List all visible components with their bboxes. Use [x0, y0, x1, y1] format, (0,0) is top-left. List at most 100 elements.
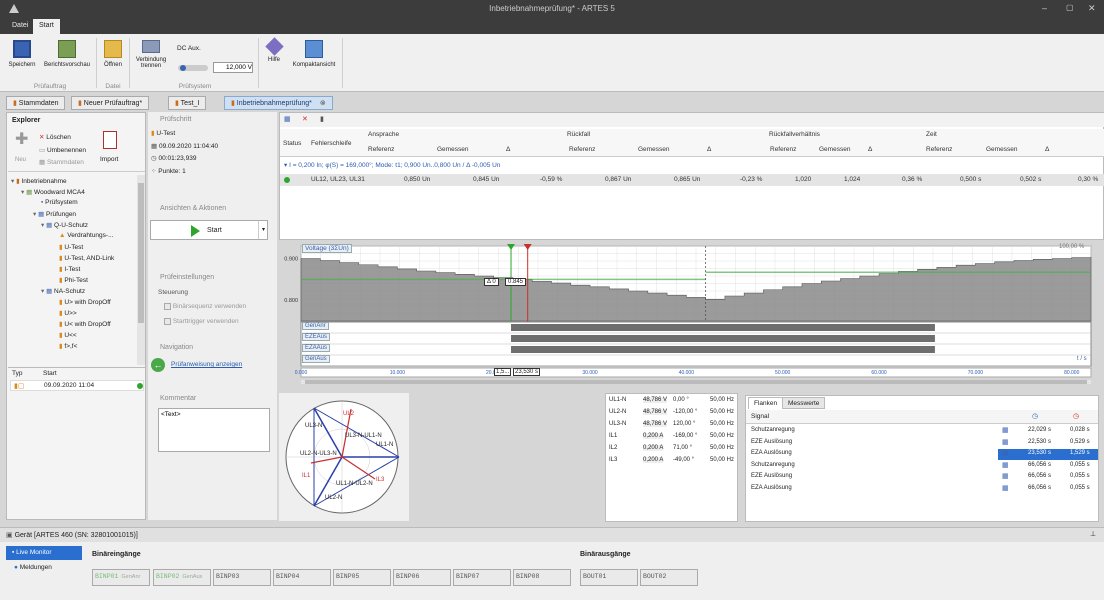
binp-extra: GenAnr — [121, 574, 141, 580]
live-monitor-button[interactable]: ▪ Live Monitor — [6, 546, 82, 560]
tree-item[interactable]: ▮ U-Test, AND-Link — [59, 254, 114, 262]
open-button[interactable]: Öffnen — [100, 40, 126, 68]
dc-aux-slider-thumb[interactable] — [180, 65, 186, 71]
measurement-cell: 50,00 Hz — [710, 457, 735, 463]
group-row[interactable]: ▾ I = 0,200 In; φ(S) = 169,000°; Mode: t… — [280, 159, 1104, 171]
tree-item[interactable]: ▮ I-Test — [59, 265, 80, 273]
instruction-link[interactable]: Prüfanweisung anzeigen — [171, 361, 242, 368]
help-label: Hilfe — [267, 57, 280, 63]
dc-aux-slider[interactable] — [178, 65, 208, 71]
doc-tab-stammdaten[interactable]: ▮ Stammdaten — [6, 96, 66, 110]
tab-messwerte[interactable]: Messwerte — [782, 397, 826, 409]
ribbon-tab-start[interactable]: Start — [33, 19, 60, 34]
cell-value: 0,30 % — [1078, 176, 1099, 183]
start-label: Start — [207, 227, 222, 234]
table-filter-icon[interactable]: ✕ — [302, 115, 308, 123]
chart-ylabel: Voltage (3ΣUn) — [302, 244, 352, 253]
report-preview-button[interactable]: Berichtsvorschau — [42, 40, 92, 68]
nav-arrow-icon[interactable]: ← — [151, 358, 165, 372]
flank-row[interactable]: EZA Auslösung ▦ 66,056 s 0,055 s — [746, 484, 1098, 495]
comment-section-title: Kommentar — [160, 395, 197, 402]
save-button[interactable]: Speichern — [6, 40, 38, 68]
tree-item[interactable]: ▾ ▦ NA-Schutz — [41, 287, 85, 295]
flanks-panel: Flanken Messwerte Signal ◷ ◷ Schutzanreg… — [745, 395, 1099, 522]
help-button[interactable]: Hilfe — [262, 37, 286, 63]
start-button[interactable]: Start ▾ — [150, 220, 268, 240]
doc-tab-neuer-pruefauftrag[interactable]: ▮ Neuer Prüfauftrag* — [71, 96, 150, 110]
start-trigger-label: Starttrigger verwenden — [172, 318, 239, 326]
tree-item[interactable]: ▮ U-Test — [59, 243, 83, 251]
flank-row[interactable]: EZE Auslösung ▦ 66,056 s 0,055 s — [746, 472, 1098, 483]
measurement-cell: 120,00 ° — [673, 421, 696, 427]
tree-item[interactable]: ▾ ▮ Inbetriebnahme — [11, 177, 67, 185]
tree-item[interactable]: ▮ U<< — [59, 331, 77, 339]
messages-button[interactable]: ● Meldungen — [14, 564, 52, 571]
master-data-button[interactable]: ▦ Stammdaten — [39, 158, 84, 166]
step-points: ⁘ Punkte: 1 — [151, 167, 186, 175]
flank-row[interactable]: Schutzanregung ▦ 22,029 s 0,028 s — [746, 426, 1098, 437]
tree-item[interactable]: ▮ U>> — [59, 309, 77, 317]
compact-view-button[interactable]: Kompaktansicht — [290, 40, 338, 68]
delete-button[interactable]: ✕ Löschen — [39, 133, 71, 141]
flank-type-icon: ▦ — [1002, 461, 1009, 469]
flank-row[interactable]: Schutzanregung ▦ 66,056 s 0,055 s — [746, 461, 1098, 472]
doc-tab-inbetriebnahmepruefung[interactable]: ▮ Inbetriebnahmeprüfung* ⊗ — [224, 96, 333, 110]
close-icon[interactable]: ✕ — [1088, 3, 1096, 14]
tree-item[interactable]: ▲ Verdrahtungs-... — [59, 232, 114, 239]
tree-item-icon: ▮ — [59, 321, 63, 328]
dc-aux-value[interactable] — [213, 62, 253, 73]
import-icon[interactable] — [103, 131, 117, 149]
comment-input[interactable]: <Text> — [158, 408, 270, 452]
pin-icon[interactable]: ⊥ — [1090, 530, 1096, 538]
tab-close-icon[interactable]: ⊗ — [320, 100, 326, 107]
ribbon-tab-datei[interactable]: Datei — [6, 19, 34, 34]
binp-05: BINP05 — [333, 569, 391, 586]
tree-item[interactable]: ▾ ▦ Prüfungen — [33, 210, 76, 218]
new-icon[interactable]: ✚ — [15, 132, 29, 148]
doc-tab-test-i[interactable]: ▮ Test_I — [168, 96, 207, 110]
binary-seq-checkbox[interactable]: Binärsequenz verwenden — [164, 303, 246, 310]
flank-row[interactable]: EZE Auslösung ▦ 22,530 s 0,529 s — [746, 438, 1098, 449]
measurement-row: UL3-N 48,786 V 120,00 ° 50,00 Hz — [606, 420, 737, 431]
table-row[interactable]: UL12, UL23, UL31 0,850 Un 0,845 Un -0,59… — [280, 174, 1104, 186]
tree-item[interactable]: ▮ U< with DropOff — [59, 320, 111, 328]
tab-flanken[interactable]: Flanken — [748, 397, 784, 409]
signal-label-ezeaus: EZEAus — [302, 333, 331, 341]
step-date-value: 09.09.2020 11:04:40 — [158, 143, 219, 150]
table-view-icon[interactable]: ▦ — [284, 115, 291, 123]
tree-item[interactable]: ▾ ▦ Q-U-Schutz — [41, 221, 88, 229]
subcol-gemessen: Gemessen — [437, 146, 469, 153]
minimize-icon[interactable]: – — [1042, 3, 1047, 13]
test-run-row[interactable]: ▮▢ 09.09.2020 11:04 — [10, 380, 144, 391]
cell-value: 1,020 — [795, 176, 812, 183]
measurement-cell: 71,00 ° — [673, 445, 693, 451]
binary-seq-label: Binärsequenz verwenden — [172, 303, 247, 311]
bout-02: BOUT02 — [640, 569, 698, 586]
dropdown-icon[interactable]: ▾ — [258, 221, 268, 239]
status-dot-icon — [284, 177, 290, 183]
doc-tab-label: Neuer Prüfauftrag* — [83, 100, 143, 107]
help-icon — [264, 37, 284, 56]
delete-label: Löschen — [46, 134, 71, 141]
calendar-icon: ▦ — [151, 143, 159, 150]
measurement-row: IL1 0,200 A -169,00 ° 50,00 Hz — [606, 432, 737, 443]
flank-row[interactable]: EZA Auslösung ▦ 23,530 s 1,529 s — [746, 449, 1098, 460]
device-icon: ▣ — [6, 532, 15, 539]
tree-item[interactable]: ▮ Phi-Test — [59, 276, 88, 284]
tree-item[interactable]: ▮ f>,f< — [59, 342, 77, 350]
chart-area: 0.9000.8000.00010.00020.00030.00040.0005… — [279, 241, 1104, 391]
table-export-icon[interactable]: ▮ — [320, 115, 324, 123]
cell-value: 0,850 Un — [404, 176, 431, 183]
tree-item[interactable]: ▪ Prüfsystem — [41, 199, 78, 206]
maximize-icon[interactable]: ▢ — [1066, 3, 1074, 12]
rename-button[interactable]: ▭ Umbenennen — [39, 146, 86, 154]
flank-type-icon: ▦ — [1002, 450, 1009, 457]
col-fehlerschleife: Fehlerschleife — [311, 140, 352, 147]
tree-item[interactable]: ▮ U> with DropOff — [59, 298, 111, 306]
disconnect-button[interactable]: Verbindung trennen — [133, 40, 169, 69]
voltage-chart[interactable]: 0.9000.8000.00010.00020.00030.00040.0005… — [279, 241, 1104, 391]
start-trigger-checkbox[interactable]: Starttrigger verwenden — [164, 318, 239, 325]
tree-item[interactable]: ▾ ▦ Woodward MCA4 — [21, 188, 85, 196]
tree-scrollbar[interactable] — [137, 175, 145, 365]
tree-item-label: Phi-Test — [64, 277, 88, 284]
